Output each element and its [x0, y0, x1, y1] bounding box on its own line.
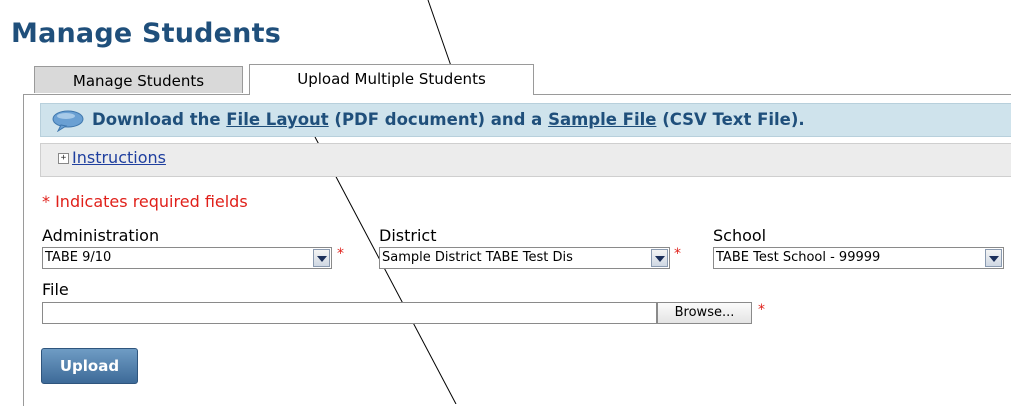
file-label: File: [42, 280, 69, 299]
tab-upload-multiple-students[interactable]: Upload Multiple Students: [249, 64, 534, 95]
download-suffix: (CSV Text File).: [656, 110, 805, 129]
chevron-down-icon[interactable]: [313, 249, 330, 267]
administration-value: TABE 9/10: [45, 250, 112, 265]
sample-file-link[interactable]: Sample File: [548, 110, 656, 129]
school-label: School: [713, 226, 767, 245]
download-prefix: Download the: [92, 110, 227, 129]
file-path-input[interactable]: [42, 302, 657, 324]
tab-manage-students[interactable]: Manage Students: [34, 66, 243, 93]
download-text: Download the File Layout (PDF document) …: [92, 110, 805, 129]
district-value: Sample District TABE Test Dis: [382, 250, 573, 265]
page-title: Manage Students: [11, 18, 281, 49]
instructions-link[interactable]: Instructions: [72, 148, 166, 167]
file-layout-link[interactable]: File Layout: [226, 110, 328, 129]
chevron-down-icon[interactable]: [985, 249, 1002, 267]
speech-bubble-icon: [52, 110, 84, 132]
required-fields-note: * Indicates required fields: [42, 192, 248, 211]
district-required-mark: *: [674, 246, 681, 262]
school-select[interactable]: TABE Test School - 99999: [713, 247, 1004, 269]
plus-box-icon[interactable]: +: [58, 153, 69, 164]
file-required-mark: *: [758, 302, 765, 318]
administration-required-mark: *: [337, 246, 344, 262]
upload-button[interactable]: Upload: [41, 348, 138, 384]
administration-select[interactable]: TABE 9/10: [42, 247, 332, 269]
administration-label: Administration: [42, 226, 160, 245]
district-select[interactable]: Sample District TABE Test Dis: [379, 247, 670, 269]
chevron-down-icon[interactable]: [651, 249, 668, 267]
school-value: TABE Test School - 99999: [716, 250, 881, 265]
browse-button[interactable]: Browse...: [657, 302, 752, 324]
district-label: District: [379, 226, 437, 245]
download-middle: (PDF document) and a: [328, 110, 549, 129]
instructions-bar: [40, 143, 1011, 177]
